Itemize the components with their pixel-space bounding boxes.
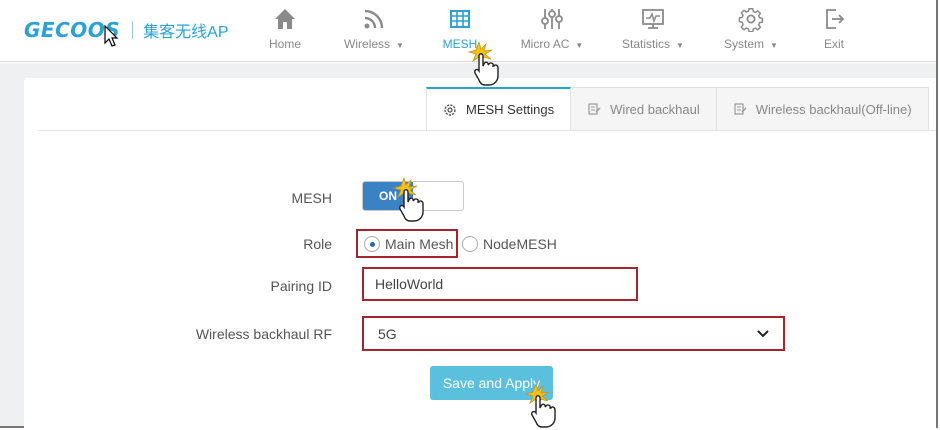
tab-wired-backhaul-label: Wired backhaul xyxy=(610,101,700,117)
nav-home-label: Home xyxy=(268,37,301,51)
mesh-toggle-off xyxy=(413,182,463,210)
nav-mesh[interactable]: MESH xyxy=(441,6,479,58)
gear-icon xyxy=(738,8,764,32)
mesh-toggle[interactable]: ON xyxy=(362,181,464,211)
sliders-icon xyxy=(541,9,563,29)
role-node-mesh-label: NodeMESH xyxy=(483,235,557,252)
role-main-mesh-radio[interactable] xyxy=(364,235,380,252)
chevron-down-icon xyxy=(757,329,769,337)
role-main-mesh-option[interactable]: Main Mesh xyxy=(356,229,458,258)
logo-divider xyxy=(132,21,134,39)
chevron-down-icon: ▼ xyxy=(396,41,404,50)
pairing-id-label: Pairing ID xyxy=(270,278,332,294)
brand-logo: GECOOS 集客无线AP xyxy=(24,16,229,44)
tab-wireless-backhaul-label: Wireless backhaul(Off-line) xyxy=(755,101,912,117)
mesh-grid-icon xyxy=(450,10,470,28)
nav-wireless-label: Wireless xyxy=(344,37,391,51)
nav-statistics[interactable]: Statistics ▼ xyxy=(619,6,687,58)
nav-home[interactable]: Home xyxy=(268,6,302,58)
mesh-toggle-on: ON xyxy=(363,182,413,210)
tab-bar: MESH Settings Wired backhaul Wireless ba… xyxy=(426,87,929,131)
wireless-backhaul-rf-label: Wireless backhaul RF xyxy=(195,326,332,342)
chevron-down-icon: ▼ xyxy=(770,41,778,50)
nav-exit-label: Exit xyxy=(823,37,844,51)
tab-mesh-settings[interactable]: MESH Settings xyxy=(426,87,572,131)
save-apply-button[interactable]: Save and Apply xyxy=(430,366,553,400)
wireless-backhaul-rf-select[interactable]: 5G xyxy=(362,316,785,351)
wifi-icon xyxy=(364,9,384,29)
nav-micro-ac[interactable]: Micro AC ▼ xyxy=(517,6,587,58)
tab-wireless-backhaul[interactable]: Wireless backhaul(Off-line) xyxy=(716,87,929,131)
logo-subtitle: 集客无线AP xyxy=(143,24,229,41)
nav-statistics-label: Statistics xyxy=(622,37,671,51)
tab-underline xyxy=(38,130,936,131)
role-label: Role xyxy=(303,236,332,252)
logo-text: GECOOS xyxy=(24,18,121,42)
mesh-label: MESH xyxy=(291,190,332,206)
chevron-down-icon: ▼ xyxy=(676,41,684,50)
tab-mesh-settings-label: MESH Settings xyxy=(466,102,555,117)
gear-icon xyxy=(444,103,456,116)
edit-document-icon xyxy=(588,103,601,115)
home-icon xyxy=(275,9,295,29)
chevron-down-icon: ▼ xyxy=(575,41,584,50)
role-main-mesh-label: Main Mesh xyxy=(385,235,454,252)
tab-wired-backhaul[interactable]: Wired backhaul xyxy=(571,87,717,131)
pairing-id-value: HelloWorld xyxy=(375,276,444,292)
nav-micro-ac-label: Micro AC xyxy=(520,37,570,51)
monitor-chart-icon xyxy=(642,9,664,29)
wireless-backhaul-rf-value: 5G xyxy=(378,325,397,342)
nav-system[interactable]: System ▼ xyxy=(721,6,781,58)
exit-icon xyxy=(826,9,845,29)
edit-document-icon xyxy=(734,103,747,115)
pairing-id-input[interactable]: HelloWorld xyxy=(362,267,638,301)
nav-mesh-label: MESH xyxy=(442,37,478,51)
top-header: GECOOS 集客无线AP Home Wireless ▼ MESH Micro… xyxy=(0,0,936,62)
role-node-mesh-radio[interactable] xyxy=(462,235,478,252)
nav-exit[interactable]: Exit xyxy=(822,6,846,58)
nav-wireless[interactable]: Wireless ▼ xyxy=(341,6,407,58)
nav-system-label: System xyxy=(724,37,765,51)
role-node-mesh-option[interactable]: NodeMESH xyxy=(462,229,557,258)
